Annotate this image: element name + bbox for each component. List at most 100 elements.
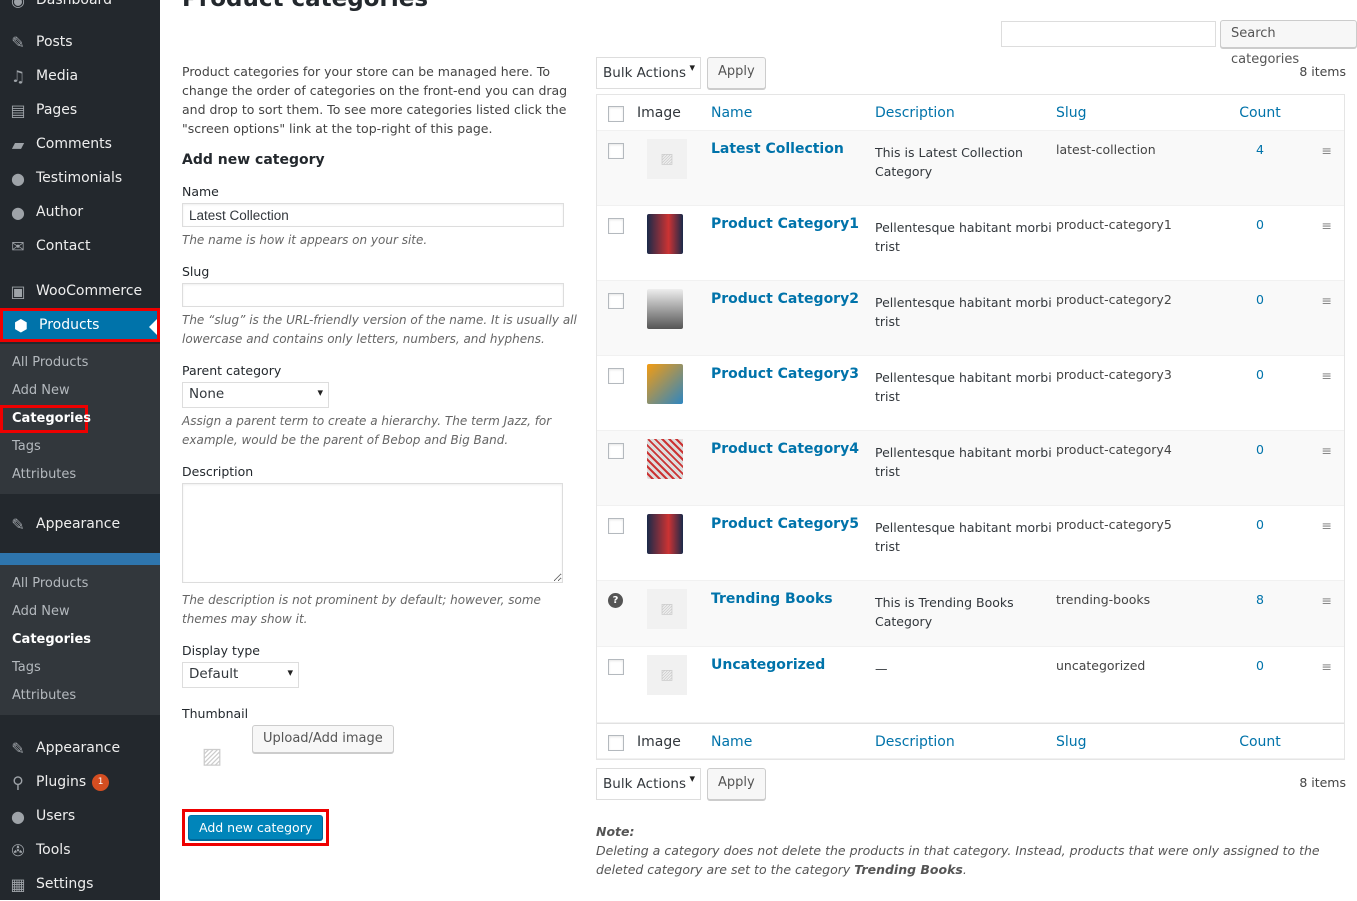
- bulk-actions-select-bottom[interactable]: Bulk Actions: [596, 768, 701, 800]
- row-checkbox[interactable]: [608, 293, 624, 309]
- menu-label: Dashboard: [36, 0, 112, 8]
- category-name-link[interactable]: Latest Collection: [711, 141, 844, 157]
- col-slug[interactable]: Slug: [1056, 95, 1216, 130]
- row-checkbox[interactable]: [608, 368, 624, 384]
- col-slug[interactable]: Slug: [1056, 724, 1216, 758]
- category-count-link[interactable]: 0: [1216, 506, 1304, 580]
- apply-button-top[interactable]: Apply: [707, 57, 766, 89]
- table-row[interactable]: Product Category4 Pellentesque habitant m…: [597, 431, 1344, 506]
- drag-handle-icon[interactable]: ≡: [1322, 143, 1332, 158]
- col-name[interactable]: Name: [711, 95, 875, 130]
- col-count[interactable]: Count: [1216, 95, 1304, 130]
- drag-handle-icon[interactable]: ≡: [1322, 218, 1332, 233]
- description-textarea[interactable]: [182, 483, 563, 583]
- search-categories-button[interactable]: Search categories: [1220, 20, 1357, 67]
- category-name-link[interactable]: Uncategorized: [711, 657, 825, 673]
- name-input[interactable]: [182, 203, 564, 227]
- table-row[interactable]: ▨ Uncategorized — uncategorized 0 ≡: [597, 647, 1344, 723]
- pin-icon: ✎: [11, 32, 25, 52]
- table-row[interactable]: ▨ Latest Collection This is Latest Collect…: [597, 131, 1344, 206]
- table-row[interactable]: Product Category2 Pellentesque habitant m…: [597, 281, 1344, 356]
- parent-select[interactable]: None: [182, 382, 329, 408]
- bulk-actions-select-top[interactable]: Bulk Actions: [596, 57, 701, 89]
- menu-dashboard[interactable]: ◉ Dashboard: [0, 0, 160, 17]
- menu-author[interactable]: ● Author: [0, 195, 160, 229]
- menu-label: Posts: [36, 34, 73, 50]
- col-image: Image: [637, 105, 681, 121]
- drag-handle-icon[interactable]: ≡: [1322, 293, 1332, 308]
- category-count-link[interactable]: 8: [1216, 581, 1304, 646]
- menu-appearance[interactable]: ✎ Appearance: [0, 731, 160, 765]
- wrench-icon: ✇: [11, 840, 25, 860]
- table-row[interactable]: ? ▨ Trending Books This is Trending Books C…: [597, 581, 1344, 647]
- menu-woocommerce[interactable]: ▣ WooCommerce: [0, 274, 160, 308]
- menu-plugins[interactable]: ⚲ Plugins 1: [0, 765, 160, 799]
- menu-settings[interactable]: ▦ Settings: [0, 867, 160, 901]
- submenu-add-new[interactable]: Add New: [0, 377, 160, 405]
- submenu-tags[interactable]: Tags: [0, 433, 160, 461]
- category-count-link[interactable]: 0: [1216, 356, 1304, 430]
- row-checkbox[interactable]: [608, 518, 624, 534]
- category-name-link[interactable]: Product Category2: [711, 291, 859, 307]
- search-input[interactable]: [1001, 21, 1216, 47]
- thumbnail-placeholder-icon: ▨: [201, 743, 223, 769]
- category-count-link[interactable]: 4: [1216, 131, 1304, 205]
- category-name-link[interactable]: Product Category3: [711, 366, 859, 382]
- submenu-attributes[interactable]: Attributes: [0, 461, 160, 489]
- menu-testimonials[interactable]: ● Testimonials: [0, 161, 160, 195]
- menu-tools[interactable]: ✇ Tools: [0, 833, 160, 867]
- menu-comments[interactable]: ▰ Comments: [0, 127, 160, 161]
- category-count-link[interactable]: 0: [1216, 206, 1304, 280]
- category-count-link[interactable]: 0: [1216, 431, 1304, 505]
- select-all-checkbox[interactable]: [608, 735, 624, 751]
- category-count-link[interactable]: 0: [1216, 647, 1304, 722]
- slug-input[interactable]: [182, 283, 564, 307]
- drag-handle-icon[interactable]: ≡: [1322, 659, 1332, 674]
- submenu-categories[interactable]: Categories: [0, 405, 91, 433]
- menu-pages[interactable]: ▤ Pages: [0, 93, 160, 127]
- drag-handle-icon[interactable]: ≡: [1322, 443, 1332, 458]
- menu-contact[interactable]: ✉ Contact: [0, 229, 160, 263]
- menu-products[interactable]: ⬢ Products: [0, 308, 160, 342]
- row-checkbox[interactable]: [608, 443, 624, 459]
- row-checkbox[interactable]: [608, 143, 624, 159]
- submenu-categories[interactable]: Categories: [0, 626, 160, 654]
- row-checkbox[interactable]: [608, 218, 624, 234]
- col-name[interactable]: Name: [711, 724, 875, 758]
- form-heading: Add new category: [182, 152, 325, 168]
- slug-help: The “slug” is the URL-friendly version o…: [182, 313, 577, 346]
- category-name-link[interactable]: Product Category5: [711, 516, 859, 532]
- select-all-checkbox[interactable]: [608, 106, 624, 122]
- menu-posts[interactable]: ✎ Posts: [0, 25, 160, 59]
- col-description[interactable]: Description: [875, 95, 1056, 130]
- display-type-select[interactable]: Default: [182, 662, 299, 688]
- table-row[interactable]: Product Category1 Pellentesque habitant m…: [597, 206, 1344, 281]
- add-category-button[interactable]: Add new category: [188, 815, 324, 840]
- submenu-add-new[interactable]: Add New: [0, 598, 160, 626]
- category-name-link[interactable]: Trending Books: [711, 591, 833, 607]
- row-checkbox[interactable]: [608, 659, 624, 675]
- drag-handle-icon[interactable]: ≡: [1322, 518, 1332, 533]
- drag-handle-icon[interactable]: ≡: [1322, 593, 1332, 608]
- category-count-link[interactable]: 0: [1216, 281, 1304, 355]
- menu-users[interactable]: ● Users: [0, 799, 160, 833]
- menu-media[interactable]: ♫ Media: [0, 59, 160, 93]
- upload-image-button[interactable]: Upload/Add image: [252, 725, 394, 753]
- category-slug: product-category2: [1056, 292, 1172, 307]
- col-description[interactable]: Description: [875, 724, 1056, 758]
- help-icon[interactable]: ?: [608, 593, 623, 608]
- category-name-link[interactable]: Product Category4: [711, 441, 859, 457]
- col-count[interactable]: Count: [1216, 724, 1304, 758]
- table-row[interactable]: Product Category3 Pellentesque habitant m…: [597, 356, 1344, 431]
- page-title: Product categories: [182, 0, 428, 12]
- submenu-tags[interactable]: Tags: [0, 654, 160, 682]
- apply-button-bottom[interactable]: Apply: [707, 768, 766, 800]
- category-name-link[interactable]: Product Category1: [711, 216, 859, 232]
- submenu-all-products[interactable]: All Products: [0, 349, 160, 377]
- table-row[interactable]: Product Category5 Pellentesque habitant m…: [597, 506, 1344, 581]
- box-icon: ⬢: [14, 315, 28, 335]
- drag-handle-icon[interactable]: ≡: [1322, 368, 1332, 383]
- menu-appearance[interactable]: ✎ Appearance: [0, 507, 160, 541]
- submenu-all-products[interactable]: All Products: [0, 570, 160, 598]
- submenu-attributes[interactable]: Attributes: [0, 682, 160, 710]
